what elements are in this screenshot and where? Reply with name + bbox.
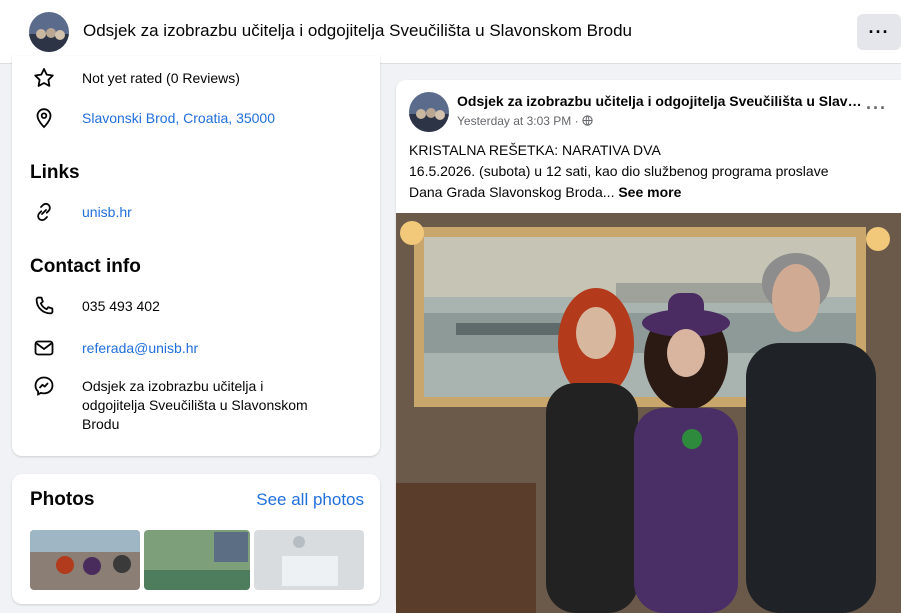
email-link[interactable]: referada@unisb.hr (82, 339, 198, 358)
intro-card: Not yet rated (0 Reviews) Slavonski Brod… (12, 56, 380, 456)
messenger-icon (32, 374, 56, 398)
photo-thumbnail[interactable] (254, 530, 364, 590)
messenger-line-3[interactable]: Brodu (82, 415, 119, 434)
website-link[interactable]: unisb.hr (82, 203, 132, 222)
post-time-text[interactable]: Yesterday at 3:03 PM · (457, 114, 582, 128)
contact-info-heading: Contact info (30, 256, 141, 277)
more-options-button[interactable]: ··· (857, 14, 901, 50)
link-icon (32, 200, 56, 224)
see-all-photos-link[interactable]: See all photos (256, 490, 364, 510)
rating-text: Not yet rated (0 Reviews) (82, 70, 240, 86)
page-title[interactable]: Odsjek za izobrazbu učitelja i odgojitel… (83, 21, 632, 41)
phone-icon (32, 294, 56, 318)
messenger-line-2[interactable]: odgojitelja Sveučilišta u Slavonskom (82, 396, 308, 415)
post-more-options-button[interactable]: ··· (866, 98, 887, 119)
location-pin-icon (32, 106, 56, 130)
post-text-line-3-content: Dana Grada Slavonskog Broda... (409, 184, 619, 200)
photos-heading: Photos (30, 489, 95, 510)
page-header: Odsjek za izobrazbu učitelja i odgojitel… (0, 0, 901, 64)
phone-number: 035 493 402 (82, 298, 160, 314)
location-link[interactable]: Slavonski Brod, Croatia, 35000 (82, 109, 275, 128)
star-icon (32, 66, 56, 90)
post-text-line-1: KRISTALNA REŠETKA: NARATIVA DVA (409, 142, 661, 158)
globe-icon (582, 114, 593, 128)
post-card: Odsjek za izobrazbu učitelja i odgojitel… (396, 80, 901, 613)
links-heading: Links (30, 162, 80, 183)
photo-thumbnail[interactable] (144, 530, 250, 590)
see-more-link[interactable]: See more (618, 184, 681, 200)
post-text-line-2: 16.5.2026. (subota) u 12 sati, kao dio s… (409, 163, 829, 179)
mail-icon (32, 336, 56, 360)
post-timestamp[interactable]: Yesterday at 3:03 PM · (457, 114, 593, 128)
post-photo[interactable] (396, 213, 901, 613)
page-avatar[interactable] (29, 12, 69, 52)
messenger-line-1[interactable]: Odsjek za izobrazbu učitelja i (82, 377, 263, 396)
post-text-line-3: Dana Grada Slavonskog Broda... See more (409, 182, 681, 203)
photo-thumbnail[interactable] (30, 530, 140, 590)
post-author-name[interactable]: Odsjek za izobrazbu učitelja i odgojitel… (457, 93, 867, 109)
post-author-avatar[interactable] (409, 92, 449, 132)
